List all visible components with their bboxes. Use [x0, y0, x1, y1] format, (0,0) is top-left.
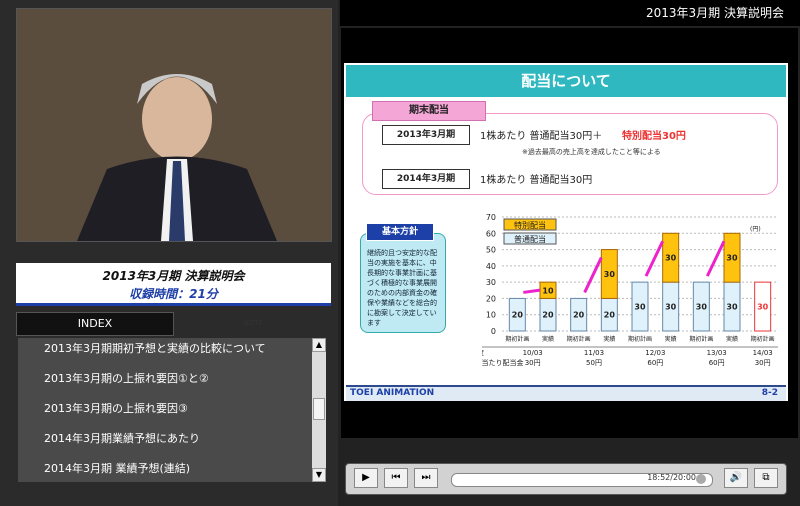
fy2013-special: 特別配当30円	[622, 131, 686, 142]
scroll-thumb[interactable]	[313, 398, 325, 420]
group-label: 13/03	[707, 349, 727, 357]
index-item[interactable]: 2014年3月期業績予想にあたり	[18, 428, 313, 458]
play-icon[interactable]: ▶	[354, 468, 378, 488]
data-label: 30	[726, 303, 738, 312]
bar-label: 期初計画	[689, 335, 713, 343]
fy2013-text: 1株あたり 普通配当30円＋	[480, 131, 603, 142]
scroll-up-icon[interactable]: ▲	[312, 338, 326, 352]
bar-label: 実績	[726, 335, 738, 343]
tab-index[interactable]: INDEX	[16, 312, 174, 336]
fy2014-text: 1株あたり 普通配当30円	[480, 175, 593, 186]
seek-knob[interactable]	[696, 474, 706, 484]
data-label: 20	[604, 311, 616, 320]
y-tick-label: 50	[486, 246, 496, 255]
y-tick-label: 10	[486, 311, 496, 320]
index-item[interactable]: 2013年3月期の上振れ要因①と②	[18, 368, 313, 398]
y-tick-label: 60	[486, 229, 496, 238]
trend-arrow	[705, 240, 726, 277]
session-duration: 収録時間：21分	[129, 287, 218, 301]
table-row-label: 1株当たり配当金	[482, 358, 523, 367]
year-2013: 2013年3月期	[382, 125, 470, 145]
player-controls: ▶ ⏮ ⏭ 18:52/20:00 🔊 ⧉	[345, 463, 787, 495]
data-label: 30	[696, 303, 708, 312]
total-dividend: 30円	[525, 359, 541, 367]
company-name: TOEI ANIMATION	[350, 388, 435, 398]
data-label: 30	[634, 303, 646, 312]
dividend-chart: 0 10 20 30 40 50 60 70 (円) 20 期初計画 20 10 実績 20 期初計画 20 30…	[482, 213, 778, 367]
tab-note[interactable]: NOTE	[176, 312, 331, 334]
index-item[interactable]: 2013年3月期の上振れ要因③	[18, 398, 313, 428]
group-label: 12/03	[645, 349, 665, 357]
policy-box: 継続的且つ安定的な配当の実施を基本に、中長期的な事業計画に基づく積極的な事業展開…	[360, 233, 446, 333]
total-dividend: 60円	[647, 359, 663, 367]
slide-number: 8-2	[761, 388, 778, 398]
group-label: 10/03	[523, 349, 543, 357]
slide-title: 配当について	[346, 65, 786, 97]
unit-label: (円)	[750, 226, 761, 233]
legend-normal-label: 普通配当	[514, 234, 546, 244]
data-label: 30	[604, 270, 616, 279]
index-item[interactable]: 2014年3月期 業績予想(連結)	[18, 458, 313, 482]
next-icon[interactable]: ⏭	[414, 468, 438, 488]
session-title: 2013年3月期 決算説明会	[102, 269, 245, 283]
data-label: 30	[726, 254, 738, 263]
fullscreen-icon[interactable]: ⧉	[754, 468, 778, 488]
policy-label: 基本方針	[366, 223, 434, 241]
left-panel: 2013年3月期 決算説明会 収録時間：21分 INDEX NOTE 2013年…	[0, 0, 338, 506]
title-bar: 2013年3月期 決算説明会	[340, 0, 800, 26]
data-label: 30	[757, 303, 769, 312]
group-label: 14/03	[753, 349, 773, 357]
total-dividend: 50円	[586, 359, 602, 367]
data-label: 20	[542, 311, 554, 320]
speaker-video[interactable]	[16, 8, 332, 242]
total-dividend: 60円	[709, 359, 725, 367]
trend-arrow	[644, 240, 665, 277]
y-tick-label: 20	[486, 294, 496, 303]
y-tick-label: 0	[491, 327, 496, 336]
speaker-figure	[17, 9, 331, 241]
time-display: 18:52/20:00	[647, 473, 696, 482]
prev-icon[interactable]: ⏮	[384, 468, 408, 488]
bar-label: 期初計画	[751, 335, 775, 343]
data-label: 10	[542, 286, 554, 295]
bar-label: 期初計画	[567, 335, 591, 343]
section-label: 期末配当	[372, 101, 486, 121]
slide: 配当について 期末配当 2013年3月期 1株あたり 普通配当30円＋ 特別配当…	[344, 63, 788, 401]
y-tick-label: 40	[486, 262, 496, 271]
data-label: 20	[512, 311, 524, 320]
group-label: 11/03	[584, 349, 604, 357]
session-info: 2013年3月期 決算説明会 収録時間：21分	[16, 263, 331, 306]
y-tick-label: 30	[486, 278, 496, 287]
trend-arrow	[523, 288, 541, 294]
year-2014: 2014年3月期	[382, 169, 470, 189]
fy2013-note: ※過去最高の売上高を達成したこと等による	[522, 148, 661, 156]
bar-label: 実績	[603, 335, 615, 343]
total-dividend: 30円	[755, 359, 771, 367]
bar-label: 期初計画	[628, 335, 652, 343]
volume-icon[interactable]: 🔊	[724, 468, 748, 488]
panel-tabs: INDEX NOTE	[16, 312, 331, 336]
scroll-down-icon[interactable]: ▼	[312, 468, 326, 482]
window-title: 2013年3月期 決算説明会	[646, 6, 784, 20]
slide-footer: TOEI ANIMATION 8-2	[346, 385, 786, 401]
index-list: 2013年3月期期初予想と実績の比較について 2013年3月期の上振れ要因①と②…	[18, 338, 313, 482]
bar-label: 実績	[665, 335, 677, 343]
bar-label: 期初計画	[505, 335, 529, 343]
table-row-label: 年度	[482, 348, 484, 357]
data-label: 30	[665, 303, 677, 312]
index-scrollbar[interactable]: ▲ ▼	[312, 338, 326, 482]
trend-arrow	[583, 256, 603, 294]
legend-special-label: 特別配当	[514, 220, 546, 230]
y-tick-label: 70	[486, 213, 496, 222]
data-label: 20	[573, 311, 585, 320]
data-label: 30	[665, 254, 677, 263]
index-item[interactable]: 2013年3月期期初予想と実績の比較について	[18, 338, 313, 368]
seek-bar[interactable]: 18:52/20:00	[451, 473, 713, 487]
bar-label: 実績	[542, 335, 554, 343]
